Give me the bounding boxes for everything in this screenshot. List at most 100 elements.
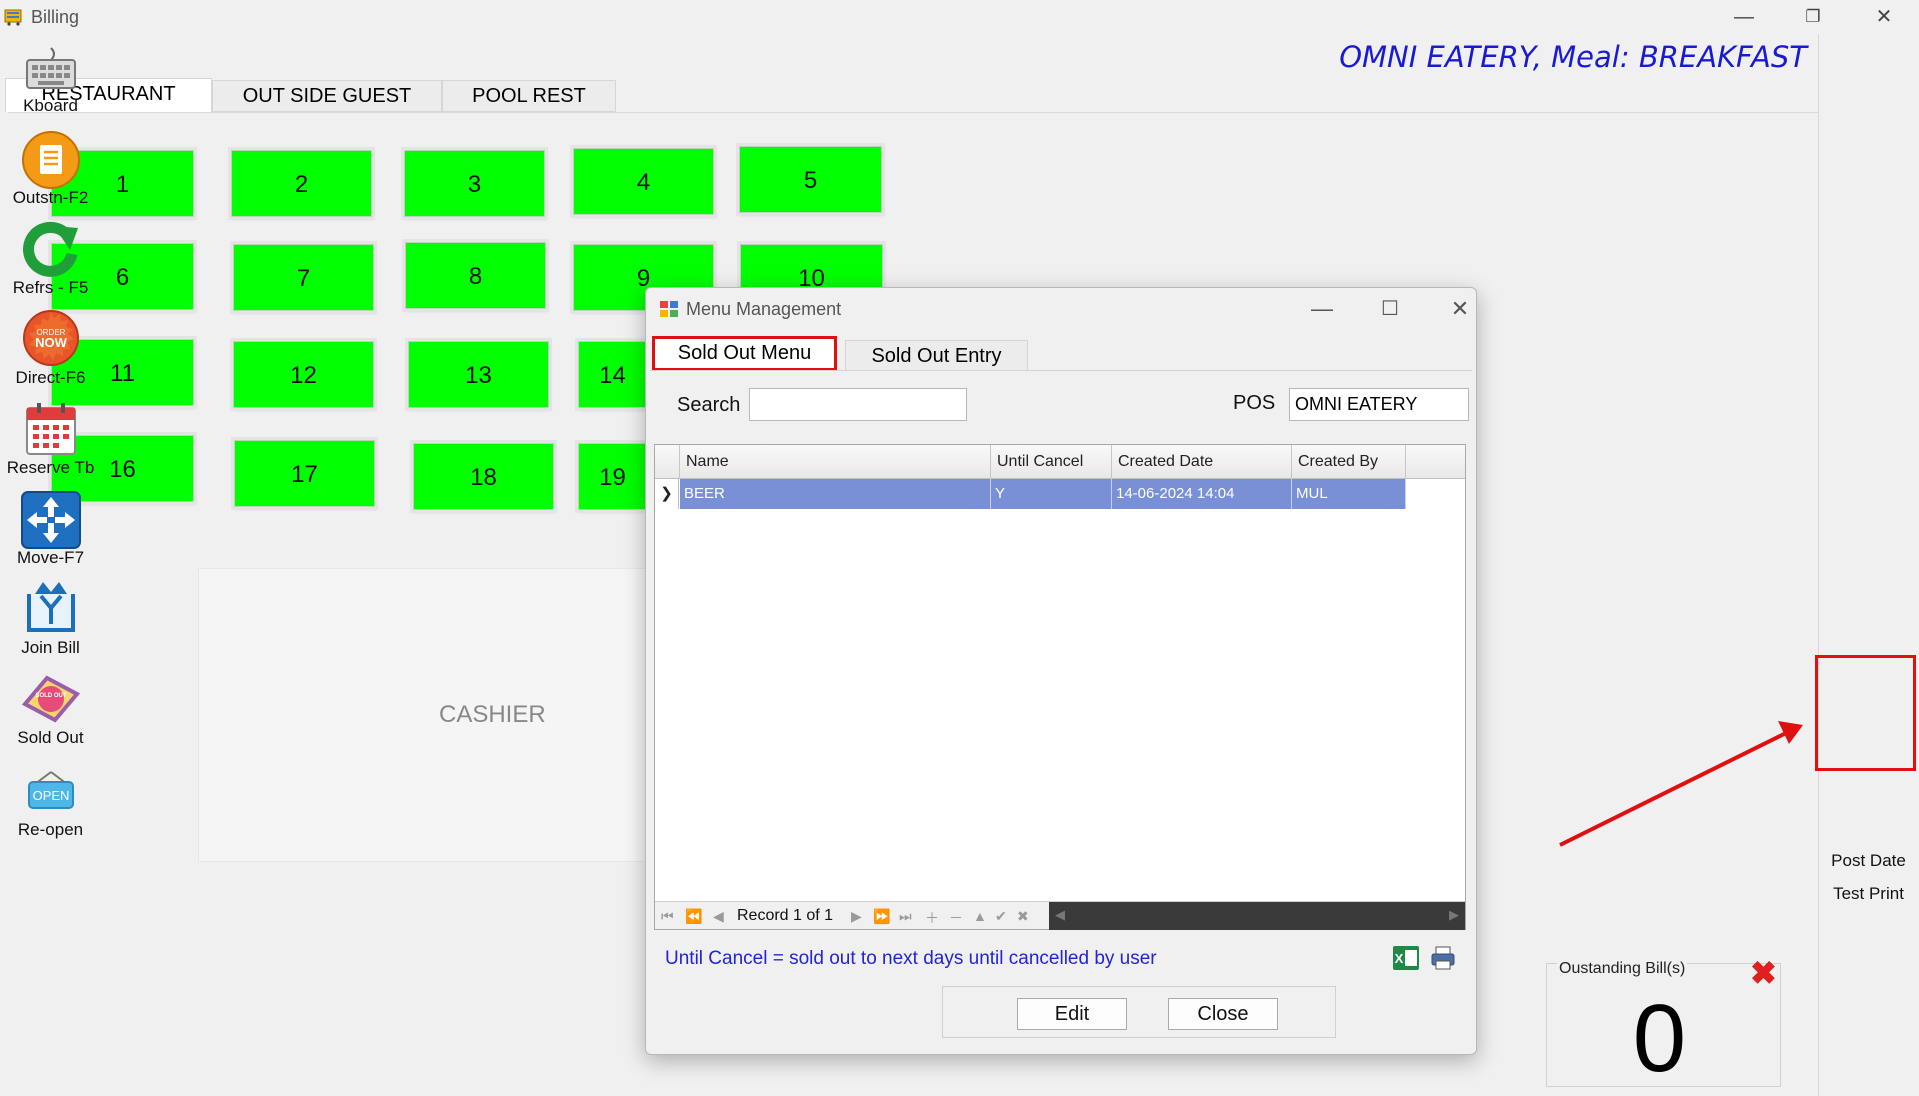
prev-record-icon[interactable]: ◀: [713, 908, 724, 925]
dialog-app-icon: [660, 301, 678, 317]
move-table-button[interactable]: Move-F7: [0, 490, 101, 572]
close-window-button[interactable]: ✕: [1864, 4, 1904, 30]
column-header-until-cancel[interactable]: Until Cancel: [991, 445, 1112, 479]
minimize-button[interactable]: —: [1724, 4, 1764, 30]
outlet-meal-title: OMNI EATERY, Meal: BREAKFAST: [1339, 40, 1807, 74]
outstanding-button[interactable]: Outstn-F2: [0, 130, 101, 210]
table-button-17[interactable]: 17: [234, 440, 375, 507]
table-button-8[interactable]: 8: [405, 242, 546, 309]
refresh-label: Refrs - F5: [12, 278, 89, 297]
table-button-4[interactable]: 4: [573, 148, 714, 215]
grid-corner: [655, 445, 680, 479]
cell-until-cancel[interactable]: Y: [991, 479, 1112, 509]
dialog-title: Menu Management: [686, 299, 842, 319]
close-button[interactable]: Close: [1168, 998, 1278, 1030]
billing-app-icon: [4, 9, 22, 26]
search-input[interactable]: [749, 388, 967, 421]
window-title: Billing: [31, 7, 80, 27]
window-titlebar: Billing — ❐ ✕: [0, 0, 1919, 34]
table-button-14[interactable]: 14: [578, 341, 647, 408]
join-bill-label: Join Bill: [21, 638, 80, 657]
delete-record-icon[interactable]: －: [949, 908, 963, 928]
save-record-icon[interactable]: ✔: [995, 908, 1007, 925]
outstanding-bills-panel: Oustanding Bill(s) ✖ 0: [1546, 955, 1781, 1092]
post-date-button[interactable]: Post Date: [1818, 851, 1919, 871]
cashier-panel[interactable]: CASHIER: [198, 568, 668, 862]
tab-out-side-guest[interactable]: OUT SIDE GUEST: [212, 80, 442, 112]
print-icon[interactable]: [1429, 944, 1457, 972]
cashier-label: CASHIER: [439, 701, 546, 728]
pos-label: POS: [1233, 392, 1276, 414]
menu-management-dialog: Menu Management — ☐ ✕ Sold Out Menu Sold…: [645, 287, 1477, 1055]
excel-export-icon[interactable]: X: [1391, 944, 1421, 972]
reserve-table-label: Reserve Tb: [6, 458, 95, 477]
edit-record-icon[interactable]: ▲: [973, 908, 987, 924]
scroll-left-icon[interactable]: ◀: [1055, 907, 1065, 923]
pos-field[interactable]: OMNI EATERY: [1289, 388, 1469, 421]
outstanding-bills-count: 0: [1632, 985, 1687, 1092]
sold-out-label: Sold Out: [17, 728, 84, 747]
cell-name[interactable]: BEER: [680, 479, 991, 509]
refresh-icon: [22, 221, 78, 277]
join-bill-button[interactable]: Join Bill: [0, 578, 101, 660]
table-button-13[interactable]: 13: [408, 341, 549, 408]
reopen-button[interactable]: OPEN Re-open: [0, 770, 101, 842]
table-row[interactable]: ❯ BEER Y 14-06-2024 14:04 MUL: [655, 479, 1465, 509]
tab-pool-rest[interactable]: POOL REST: [442, 80, 616, 112]
calendar-icon: [25, 403, 76, 455]
last-record-icon[interactable]: ⏭: [899, 908, 912, 925]
tab-sold-out-entry[interactable]: Sold Out Entry: [845, 340, 1028, 371]
keyboard-button[interactable]: Kboard: [0, 46, 101, 118]
table-button-19[interactable]: 19: [578, 443, 647, 510]
table-button-18[interactable]: 18: [413, 443, 554, 510]
table-button-3[interactable]: 3: [404, 150, 545, 217]
record-navigator: ⏮ ⏪ ◀ Record 1 of 1 ▶ ⏩ ⏭ ＋ － ▲ ✔ ✖ ◀ ▶: [655, 901, 1465, 930]
first-record-icon[interactable]: ⏮: [661, 908, 674, 925]
open-sign-text: OPEN: [32, 788, 69, 803]
sold-out-button[interactable]: SOLD OUT Sold Out: [0, 670, 101, 750]
next-record-icon[interactable]: ▶: [851, 908, 862, 925]
join-bill-icon: [26, 582, 75, 632]
svg-text:NOW: NOW: [35, 335, 68, 350]
table-button-7[interactable]: 7: [233, 244, 374, 311]
restore-button[interactable]: ❐: [1793, 4, 1833, 30]
sold-out-menu-highlight-box: [652, 336, 837, 371]
next-page-icon[interactable]: ⏩: [873, 908, 890, 925]
edit-button[interactable]: Edit: [1017, 998, 1127, 1030]
dialog-button-group: Edit Close: [942, 986, 1336, 1038]
dialog-minimize-button[interactable]: —: [1302, 296, 1342, 322]
test-print-button[interactable]: Test Print: [1818, 884, 1919, 904]
direct-order-label: Direct-F6: [15, 368, 86, 387]
sold-out-highlight-box: [1815, 655, 1916, 771]
direct-order-button[interactable]: ORDER NOW Direct-F6: [0, 308, 101, 390]
column-header-created-by[interactable]: Created By: [1292, 445, 1406, 479]
reserve-table-button[interactable]: Reserve Tb: [0, 400, 101, 482]
sold-out-grid: Name Until Cancel Created Date Created B…: [654, 444, 1466, 930]
column-header-created-date[interactable]: Created Date: [1112, 445, 1292, 479]
refresh-button[interactable]: Refrs - F5: [0, 218, 101, 300]
dialog-close-x-button[interactable]: ✕: [1440, 296, 1480, 322]
table-button-5[interactable]: 5: [739, 146, 882, 213]
cancel-record-icon[interactable]: ✖: [1017, 908, 1029, 925]
column-header-name[interactable]: Name: [680, 445, 991, 479]
horizontal-scrollbar[interactable]: ◀ ▶: [1049, 902, 1465, 930]
scroll-right-icon[interactable]: ▶: [1449, 907, 1459, 923]
dialog-titlebar: Menu Management — ☐ ✕: [646, 288, 1476, 330]
cell-created-date[interactable]: 14-06-2024 14:04: [1112, 479, 1292, 509]
outstanding-icon: [21, 131, 80, 189]
until-cancel-note: Until Cancel = sold out to next days unt…: [665, 948, 1157, 969]
dialog-maximize-button[interactable]: ☐: [1370, 296, 1410, 322]
table-button-12[interactable]: 12: [233, 341, 374, 408]
move-icon: [20, 491, 81, 549]
keyboard-label: Kboard: [23, 96, 78, 115]
cell-created-by[interactable]: MUL: [1292, 479, 1406, 509]
outstanding-label: Outstn-F2: [12, 188, 89, 207]
row-indicator-icon: ❯: [655, 479, 679, 509]
add-record-icon[interactable]: ＋: [925, 908, 939, 928]
table-button-2[interactable]: 2: [231, 150, 372, 217]
reopen-label: Re-open: [17, 820, 84, 839]
right-toolbar: [1818, 34, 1919, 1096]
search-label: Search: [677, 394, 741, 416]
prev-page-icon[interactable]: ⏪: [685, 908, 702, 925]
svg-text:X: X: [1395, 951, 1404, 966]
